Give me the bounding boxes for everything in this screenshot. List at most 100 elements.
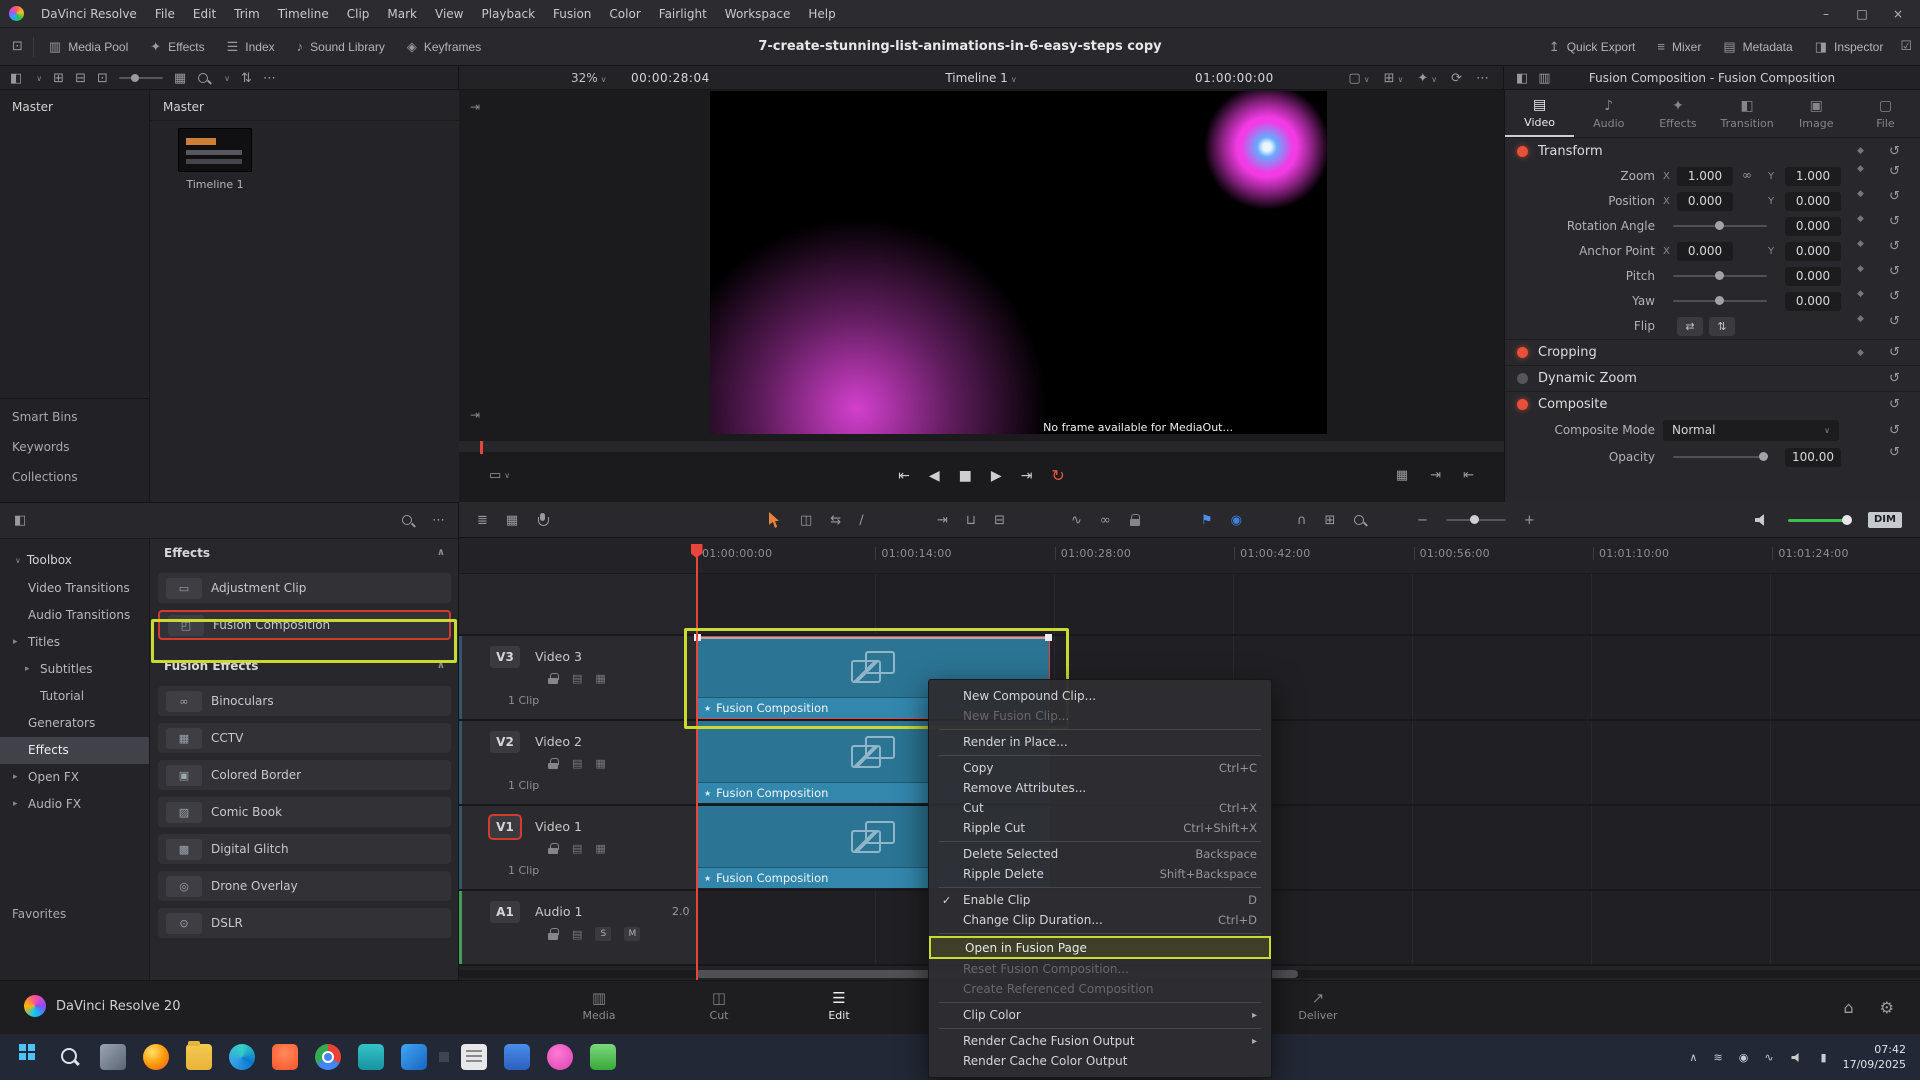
- edge-icon[interactable]: [229, 1044, 255, 1070]
- track-name[interactable]: Video 3: [535, 649, 582, 664]
- transform-section-header[interactable]: Transform ◆ ↺: [1505, 138, 1920, 164]
- timeline-zoom-slider[interactable]: [1446, 519, 1506, 521]
- retime-curve-icon[interactable]: ∿: [1071, 514, 1082, 527]
- viewer-zoom-dropdown[interactable]: 32%∨: [571, 71, 607, 85]
- hidden-icons-chevron[interactable]: ∧: [1689, 1051, 1697, 1064]
- inspector-tab[interactable]: ✦ Effects: [1643, 90, 1712, 137]
- zoom-in-icon[interactable]: +: [1524, 514, 1535, 527]
- flag-icon[interactable]: ⚑: [1201, 514, 1213, 527]
- more-options-icon[interactable]: ⋯: [263, 72, 276, 85]
- search-icon[interactable]: [401, 514, 414, 527]
- menu-item[interactable]: Help: [799, 0, 844, 28]
- track-id-badge[interactable]: A1: [490, 901, 520, 923]
- blade-tool-icon[interactable]: ∕: [859, 514, 863, 527]
- inspector-collapse-icon[interactable]: ◧: [1516, 72, 1528, 85]
- media-pool-section[interactable]: Smart Bins: [12, 410, 78, 424]
- menu-item[interactable]: Fusion: [544, 0, 600, 28]
- mark-in-icon[interactable]: ⇥: [470, 100, 480, 114]
- context-menu-item[interactable]: Clip Color ▸: [929, 1005, 1271, 1025]
- value-field[interactable]: 0.000: [1785, 292, 1841, 311]
- more-options-icon[interactable]: ⋯: [432, 514, 445, 527]
- value-field-y[interactable]: 1.000: [1785, 167, 1841, 186]
- toolbox-item[interactable]: Audio Transitions: [0, 602, 149, 629]
- timeline-view-options-icon[interactable]: ≣: [477, 514, 488, 527]
- flip-vertical-button[interactable]: ⇅: [1709, 317, 1735, 336]
- keyframe-icon[interactable]: ◆: [1857, 348, 1864, 358]
- favorites-label[interactable]: Favorites: [12, 907, 66, 921]
- value-field[interactable]: 0.000: [1785, 267, 1841, 286]
- tray-mic-icon[interactable]: ◉: [1739, 1051, 1749, 1064]
- zoom-out-icon[interactable]: −: [1417, 514, 1428, 527]
- panel-toggle-button[interactable]: ≡ Mixer: [1646, 28, 1712, 66]
- terminal-icon[interactable]: [358, 1044, 384, 1070]
- toolbox-item[interactable]: ▸ Open FX: [0, 764, 149, 791]
- toolbox-item[interactable]: Tutorial: [0, 683, 149, 710]
- fusion-effect-item[interactable]: ▦ CCTV: [158, 723, 451, 753]
- firefox-icon[interactable]: [143, 1044, 169, 1070]
- dynamic-trim-icon[interactable]: ⇆: [830, 514, 841, 527]
- tray-speaker-icon[interactable]: [1791, 1052, 1803, 1062]
- track-frame-view-icon[interactable]: ▦: [595, 672, 605, 685]
- track-id-badge[interactable]: V2: [490, 731, 520, 753]
- viewer-more-options-icon[interactable]: ⋯: [1476, 72, 1489, 85]
- toolbox-item[interactable]: Video Transitions: [0, 575, 149, 602]
- bin-master[interactable]: Master: [12, 100, 53, 114]
- link-clips-icon[interactable]: ∞: [1100, 514, 1111, 527]
- panel-toggle-button[interactable]: ▥ Media Pool: [38, 28, 139, 66]
- page-tab[interactable]: ◫ Cut: [677, 989, 761, 1022]
- reset-icon[interactable]: ↺: [1889, 144, 1900, 159]
- toolbox-item[interactable]: ▸ Subtitles: [0, 656, 149, 683]
- menu-item[interactable]: Color: [600, 0, 649, 28]
- stop-button[interactable]: ■: [959, 468, 972, 484]
- link-icon[interactable]: ∞: [1742, 168, 1752, 182]
- voiceover-mic-icon[interactable]: [536, 513, 548, 528]
- param-slider[interactable]: [1673, 275, 1767, 277]
- composite-section-header[interactable]: Composite ↺: [1505, 391, 1920, 417]
- tray-network-icon[interactable]: ≋: [1713, 1051, 1722, 1064]
- value-field-y[interactable]: 0.000: [1785, 192, 1841, 211]
- inspector-tab[interactable]: ♪ Audio: [1574, 90, 1643, 137]
- panel-toggle-button[interactable]: ◨ Inspector: [1804, 28, 1895, 66]
- track-lock-icon[interactable]: [547, 928, 559, 940]
- maximize-button[interactable]: □: [1844, 0, 1880, 28]
- keyframe-icon[interactable]: ◆: [1857, 189, 1864, 199]
- menu-item[interactable]: Fairlight: [650, 0, 716, 28]
- keyframe-icon[interactable]: ◆: [1857, 264, 1864, 274]
- fusion-effect-item[interactable]: ⊙ DSLR: [158, 908, 451, 938]
- reset-icon[interactable]: ↺: [1889, 371, 1900, 386]
- viewer-scale-icon[interactable]: ▢∨: [1348, 72, 1369, 85]
- timeline-timecode[interactable]: 01:00:00:00: [1195, 71, 1274, 85]
- sync-bin-icon[interactable]: ⊡: [97, 72, 108, 85]
- taskbar-clock[interactable]: 07:42 17/09/2025: [1843, 1042, 1906, 1072]
- viewer-scrub-bar[interactable]: [459, 440, 1504, 453]
- import-folder-icon[interactable]: ⊟: [75, 72, 86, 85]
- dynamic-zoom-section-header[interactable]: Dynamic Zoom ↺: [1505, 365, 1920, 391]
- source-timecode[interactable]: 00:00:28:04: [631, 71, 710, 85]
- clipchamp-icon[interactable]: [547, 1044, 573, 1070]
- prev-marker-icon[interactable]: ⇤: [1463, 469, 1474, 482]
- reset-icon[interactable]: ↺: [1889, 445, 1900, 460]
- start-button-icon[interactable]: [14, 1044, 40, 1070]
- track-frame-view-icon[interactable]: ▦: [595, 842, 605, 855]
- grid-overlay-icon[interactable]: ▦: [1396, 469, 1408, 482]
- menu-item[interactable]: Clip: [338, 0, 379, 28]
- chevron-down-icon[interactable]: ∨: [36, 74, 42, 83]
- keyframe-icon[interactable]: ◆: [1857, 314, 1864, 324]
- panel-collapse-icon[interactable]: ◧: [14, 514, 26, 527]
- inspector-tab[interactable]: ▣ Image: [1782, 90, 1851, 137]
- effect-item[interactable]: ◰ Fusion Composition: [158, 610, 451, 640]
- insert-clip-icon[interactable]: ⇥: [937, 514, 948, 527]
- section-enable-toggle[interactable]: [1517, 146, 1528, 157]
- media-pool-section[interactable]: Keywords: [12, 440, 70, 454]
- inspector-tab[interactable]: ◧ Transition: [1713, 90, 1782, 137]
- reset-icon[interactable]: ↺: [1889, 423, 1900, 438]
- media-pool-section[interactable]: Collections: [12, 470, 78, 484]
- trim-edit-mode-icon[interactable]: ◫: [800, 514, 812, 527]
- overwrite-clip-icon[interactable]: ⊔: [966, 514, 976, 527]
- sort-icon[interactable]: ⇅: [241, 72, 252, 85]
- import-media-icon[interactable]: ⊞: [53, 72, 64, 85]
- context-menu-item[interactable]: ✓ Enable Clip D: [929, 890, 1271, 910]
- value-field[interactable]: 0.000: [1785, 217, 1841, 236]
- panel-collapse-icon[interactable]: ◧: [10, 72, 22, 85]
- keyframe-icon[interactable]: ◆: [1857, 239, 1864, 249]
